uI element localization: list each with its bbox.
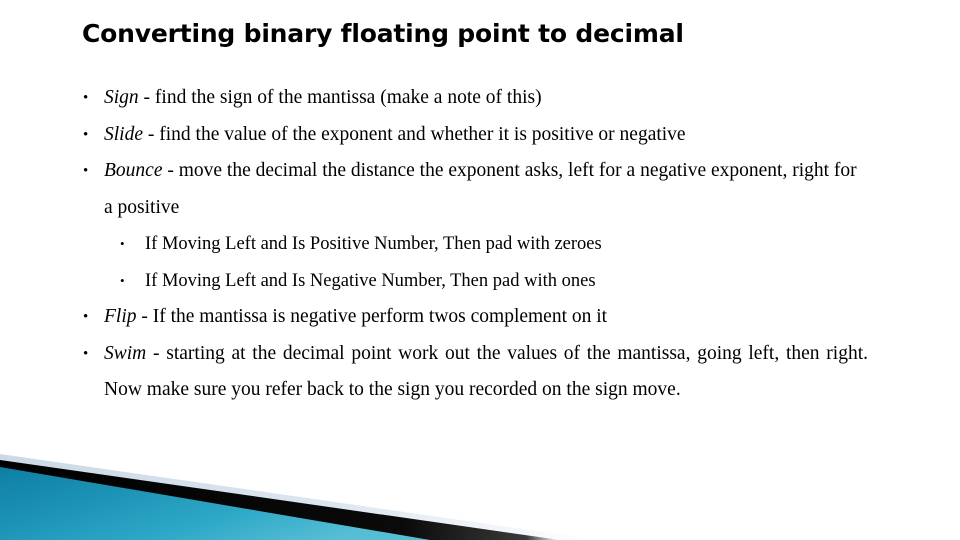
bullet-keyword: Bounce bbox=[104, 160, 163, 181]
diagonal-bands-graphic bbox=[0, 454, 600, 540]
bullet-marker: • bbox=[83, 345, 89, 362]
pale-band bbox=[0, 454, 600, 540]
bullet-text: If Moving Left and Is Positive Number, T… bbox=[145, 234, 602, 254]
bullet-text: - If the mantissa is negative perform tw… bbox=[136, 306, 608, 327]
bullet-marker: • bbox=[83, 126, 89, 143]
bullet-text: If Moving Left and Is Negative Number, T… bbox=[145, 270, 596, 291]
bullet-text: - find the sign of the mantissa (make a … bbox=[138, 87, 542, 108]
page-title: Converting binary floating point to deci… bbox=[82, 19, 684, 48]
bullet-list: • Sign - find the sign of the mantissa (… bbox=[78, 80, 868, 409]
bullet-marker: • bbox=[120, 236, 125, 251]
black-stripe bbox=[0, 460, 560, 540]
presentation-slide: Converting binary floating point to deci… bbox=[0, 0, 960, 540]
bullet-marker: • bbox=[83, 163, 89, 179]
bullet-text: - starting at the decimal point work out… bbox=[104, 342, 868, 401]
bullet-keyword: Sign bbox=[104, 87, 139, 108]
teal-wedge bbox=[0, 467, 430, 540]
bullet-keyword: Flip bbox=[104, 306, 137, 327]
list-item: • Bounce - move the decimal the distance… bbox=[78, 153, 868, 226]
bullet-keyword: Slide bbox=[104, 123, 143, 145]
bullet-keyword: Swim bbox=[104, 342, 147, 364]
list-item: • Swim - starting at the decimal point w… bbox=[78, 336, 868, 409]
bullet-marker: • bbox=[83, 309, 89, 325]
list-item: • Sign - find the sign of the mantissa (… bbox=[78, 80, 868, 117]
bullet-marker: • bbox=[83, 90, 89, 106]
footer-decoration bbox=[0, 440, 960, 540]
list-item: • If Moving Left and Is Positive Number,… bbox=[78, 226, 868, 263]
bullet-text: - move the decimal the distance the expo… bbox=[104, 160, 857, 218]
list-item: • If Moving Left and Is Negative Number,… bbox=[78, 263, 868, 300]
list-item: • Flip - If the mantissa is negative per… bbox=[78, 299, 868, 336]
list-item: • Slide - find the value of the exponent… bbox=[78, 117, 868, 154]
bullet-marker: • bbox=[120, 272, 125, 288]
bullet-text: - find the value of the exponent and whe… bbox=[143, 123, 686, 145]
